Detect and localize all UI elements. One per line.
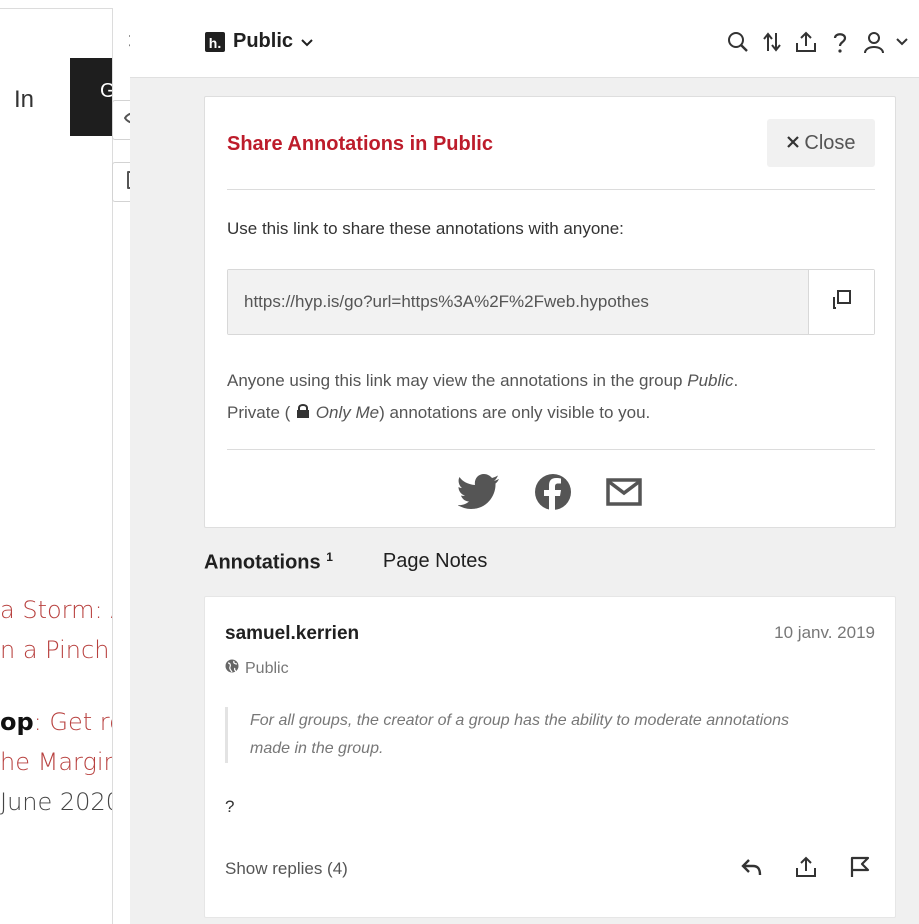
annotation-username[interactable]: samuel.kerrien <box>225 623 359 645</box>
note-text: ) annotations are only visible to you. <box>379 403 651 422</box>
share-divider <box>227 449 875 450</box>
close-button[interactable]: Close <box>767 119 875 167</box>
background-link-line[interactable]: n a Pinch <box>0 636 109 664</box>
tab-page-notes[interactable]: Page Notes <box>383 550 488 575</box>
social-share-buttons <box>205 473 895 516</box>
share-description: Use this link to share these annotations… <box>227 219 624 238</box>
share-url-input[interactable] <box>228 270 808 334</box>
group-selector[interactable]: h. Public <box>205 30 313 53</box>
annotation-actions <box>739 851 873 883</box>
email-icon[interactable] <box>606 478 642 511</box>
share-annotations-panel: Share Annotations in Public Close Use th… <box>204 96 896 528</box>
annotation-tabs: Annotations 1 Page Notes <box>204 550 487 575</box>
sidebar-panel: h. Public Share Annotations in Public Cl… <box>130 8 919 924</box>
annotation-card[interactable]: samuel.kerrien 10 janv. 2019 Public For … <box>204 596 896 918</box>
annotation-quote: For all groups, the creator of a group h… <box>225 707 825 763</box>
annotation-body: ? <box>225 797 235 816</box>
help-icon[interactable] <box>827 24 853 60</box>
globe-icon <box>225 659 239 678</box>
note-group-name: Public <box>687 371 734 390</box>
twitter-icon[interactable] <box>457 474 500 515</box>
close-label: Close <box>804 131 856 154</box>
tab-annotations[interactable]: Annotations 1 <box>204 550 333 575</box>
chevron-down-icon <box>301 30 313 53</box>
sidebar-toggle-strip <box>112 8 130 924</box>
flag-icon[interactable] <box>847 851 873 883</box>
share-icon[interactable] <box>793 851 819 883</box>
lock-icon <box>295 403 311 422</box>
show-replies-button[interactable]: Show replies (4) <box>225 859 348 879</box>
reply-icon[interactable] <box>739 851 765 883</box>
share-note: Anyone using this link may view the anno… <box>227 365 875 429</box>
share-icon[interactable] <box>793 24 819 60</box>
annotation-timestamp[interactable]: 10 janv. 2019 <box>774 623 875 643</box>
share-panel-title: Share Annotations in Public <box>227 133 493 155</box>
hypothesis-logo-icon: h. <box>205 31 225 52</box>
note-only-me: Only Me <box>315 403 380 422</box>
copy-icon <box>831 289 853 316</box>
copy-button[interactable] <box>808 270 874 334</box>
share-url-box <box>227 269 875 335</box>
group-name-label: Public <box>233 30 294 52</box>
annotation-scope-label: Public <box>245 659 289 677</box>
sort-icon[interactable] <box>759 24 785 60</box>
share-note-line-2: Private ( Only Me) annotations are only … <box>227 397 875 429</box>
share-note-line-1: Anyone using this link may view the anno… <box>227 365 875 397</box>
note-text: Anyone using this link may view the anno… <box>227 371 688 390</box>
share-divider <box>227 189 875 190</box>
sidebar-topbar: h. Public <box>130 8 919 78</box>
search-icon[interactable] <box>725 24 751 60</box>
background-in-text: In <box>14 86 35 113</box>
background-bold-text: op <box>0 708 34 736</box>
note-text: Private ( <box>227 403 296 422</box>
annotation-scope: Public <box>225 659 289 678</box>
close-icon <box>786 132 800 155</box>
facebook-icon[interactable] <box>534 473 572 516</box>
tab-annotations-label: Annotations <box>204 551 321 574</box>
hypothesis-sidebar: > h. Public <box>112 8 919 924</box>
note-text: . <box>733 371 739 390</box>
chevron-down-icon[interactable] <box>895 24 909 60</box>
topbar-actions <box>725 24 909 60</box>
background-date-line: June 2020 <box>0 788 121 816</box>
tab-annotations-count: 1 <box>326 550 333 564</box>
user-icon[interactable] <box>861 24 887 60</box>
